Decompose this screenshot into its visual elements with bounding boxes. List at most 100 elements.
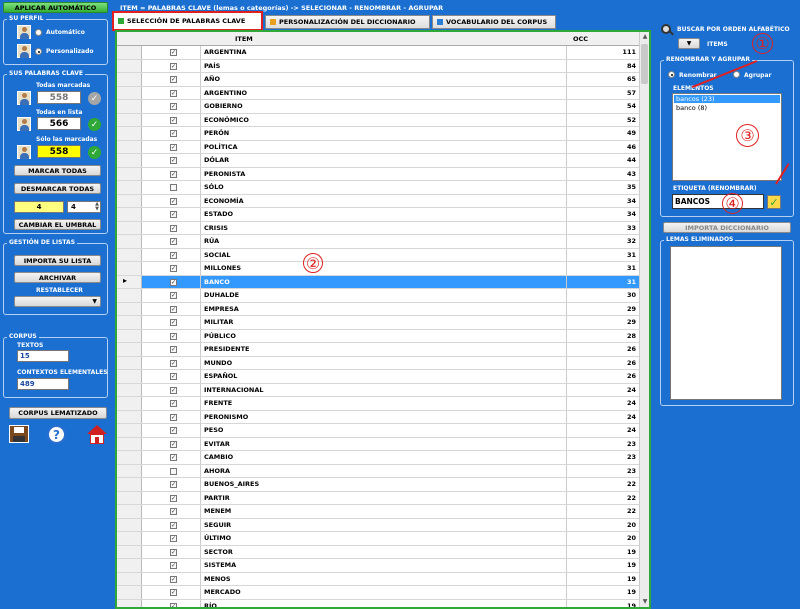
row-header[interactable] [117,275,142,288]
row-checkbox[interactable]: ✓ [170,62,177,70]
row-checkbox[interactable]: ✓ [170,224,177,232]
table-row[interactable]: DUHALDE 30 ✓ [117,289,649,303]
table-row[interactable]: BUENOS_AIRES 22 ✓ [117,478,649,492]
scroll-down-icon[interactable]: ▼ [640,597,649,607]
col-occ-header[interactable]: OCC [573,35,588,43]
row-header[interactable] [117,572,142,585]
row-checkbox[interactable]: ✓ [170,386,177,394]
table-row[interactable]: PERONISMO 24 ✓ [117,410,649,424]
row-checkbox[interactable]: ✓ [170,305,177,313]
table-row[interactable]: PESO 24 ✓ [117,424,649,438]
row-header[interactable] [117,46,142,59]
row-header[interactable] [117,586,142,599]
table-row[interactable]: BANCO31 ✓ [117,275,649,289]
scroll-thumb[interactable] [641,44,648,84]
col-item-header[interactable]: ITEM [235,35,253,43]
row-checkbox[interactable]: ✓ [170,548,177,556]
row-header[interactable] [117,518,142,531]
row-checkbox[interactable]: ✓ [170,292,177,299]
table-row[interactable]: PRESIDENTE 26 ✓ [117,343,649,357]
sort-dropdown[interactable]: ▼ [678,38,700,49]
mark-all-button[interactable]: MARCAR TODAS [14,165,101,176]
row-checkbox[interactable]: ✓ [170,103,177,110]
table-row[interactable]: ESTADO 34 ✓ [117,208,649,222]
table-row[interactable]: RÍO 19 ✓ [117,599,649,607]
table-row[interactable]: ECONÓMICO 52 ✓ [117,113,649,127]
table-row[interactable]: EVITAR 23 ✓ [117,437,649,451]
home-icon[interactable] [87,425,107,444]
row-checkbox[interactable]: ✓ [170,238,177,245]
only-marked-confirm-icon[interactable]: ✓ [88,146,101,159]
row-checkbox[interactable] [170,467,177,475]
save-icon[interactable] [9,425,29,443]
row-checkbox[interactable]: ✓ [170,508,177,515]
row-header[interactable] [117,289,142,302]
row-header[interactable] [117,545,142,558]
table-row[interactable]: PERONISTA 43 ✓ [117,167,649,181]
list-item[interactable]: bancos (23) [674,95,780,103]
tab-keyword-selection[interactable]: SELECCIÓN DE PALABRAS CLAVE [112,11,263,31]
row-header[interactable] [117,370,142,383]
row-checkbox[interactable]: ✓ [170,49,177,56]
unmark-all-button[interactable]: DESMARCAR TODAS [14,183,101,194]
restore-dropdown[interactable]: ▼ [14,296,101,307]
row-header[interactable] [117,491,142,504]
row-checkbox[interactable]: ✓ [170,211,177,218]
row-checkbox[interactable]: ✓ [170,130,177,137]
row-checkbox[interactable]: ✓ [170,197,177,205]
table-row[interactable]: POLÍTICA 46 ✓ [117,140,649,154]
row-header[interactable] [117,221,142,234]
row-checkbox[interactable] [170,184,177,191]
row-header[interactable] [117,316,142,329]
table-row[interactable]: EMPRESA 29 ✓ [117,302,649,316]
deleted-lemmas-list[interactable] [670,246,782,400]
table-row[interactable]: PARTIR 22 ✓ [117,491,649,505]
row-header[interactable] [117,86,142,99]
change-threshold-button[interactable]: CAMBIAR EL UMBRAL [14,219,101,230]
row-checkbox[interactable]: ✓ [170,143,177,151]
row-header[interactable] [117,464,142,477]
table-row[interactable]: MENEM 22 ✓ [117,505,649,519]
row-header[interactable] [117,451,142,464]
row-header[interactable] [117,100,142,113]
table-row[interactable]: ÚLTIMO 20 ✓ [117,532,649,546]
row-checkbox[interactable]: ✓ [170,413,177,421]
table-row[interactable]: CAMBIO 23 ✓ [117,451,649,465]
table-row[interactable]: PÚBLICO 28 ✓ [117,329,649,343]
row-header[interactable] [117,127,142,140]
tab-corpus-vocabulary[interactable]: VOCABULARIO DEL CORPUS [432,15,556,29]
row-checkbox[interactable]: ✓ [170,89,177,97]
row-checkbox[interactable]: ✓ [170,373,177,380]
row-header[interactable] [117,559,142,572]
row-checkbox[interactable]: ✓ [170,602,177,607]
row-checkbox[interactable]: ✓ [170,265,177,272]
table-row[interactable]: MUNDO 26 ✓ [117,356,649,370]
table-row[interactable]: MENOS 19 ✓ [117,572,649,586]
row-header[interactable] [117,599,142,607]
tag-input[interactable]: BANCOS [672,194,764,209]
keyword-table[interactable]: ITEM OCC ARGENTINA 111 ✓ PAÍS 84 ✓ AÑO 65 ✓ ARGEN… [115,30,651,609]
row-header[interactable] [117,194,142,207]
tab-dictionary[interactable]: PERSONALIZACIÓN DEL DICCIONARIO [265,15,430,29]
table-row[interactable]: SÓLO 35 [117,181,649,195]
scroll-up-icon[interactable]: ▲ [640,32,649,42]
row-header[interactable] [117,73,142,86]
row-header[interactable] [117,397,142,410]
row-header[interactable] [117,383,142,396]
row-checkbox[interactable]: ✓ [170,589,177,596]
table-row[interactable]: MERCADO 19 ✓ [117,586,649,600]
all-marked-confirm-icon[interactable]: ✓ [88,92,101,105]
apply-auto-button[interactable]: APLICAR AUTOMÁTICO [3,2,108,13]
row-checkbox[interactable]: ✓ [170,400,177,407]
row-checkbox[interactable]: ✓ [170,116,177,124]
table-row[interactable]: ARGENTINO 57 ✓ [117,86,649,100]
table-row[interactable]: INTERNACIONAL 24 ✓ [117,383,649,397]
row-checkbox[interactable]: ✓ [170,440,177,448]
table-row[interactable]: CRISIS 33 ✓ [117,221,649,235]
row-checkbox[interactable]: ✓ [170,278,177,286]
row-header[interactable] [117,181,142,194]
table-row[interactable]: DÓLAR 44 ✓ [117,154,649,168]
import-list-button[interactable]: IMPORTA SU LISTA [14,255,101,266]
row-checkbox[interactable]: ✓ [170,494,177,502]
table-row[interactable]: AHORA 23 [117,464,649,478]
